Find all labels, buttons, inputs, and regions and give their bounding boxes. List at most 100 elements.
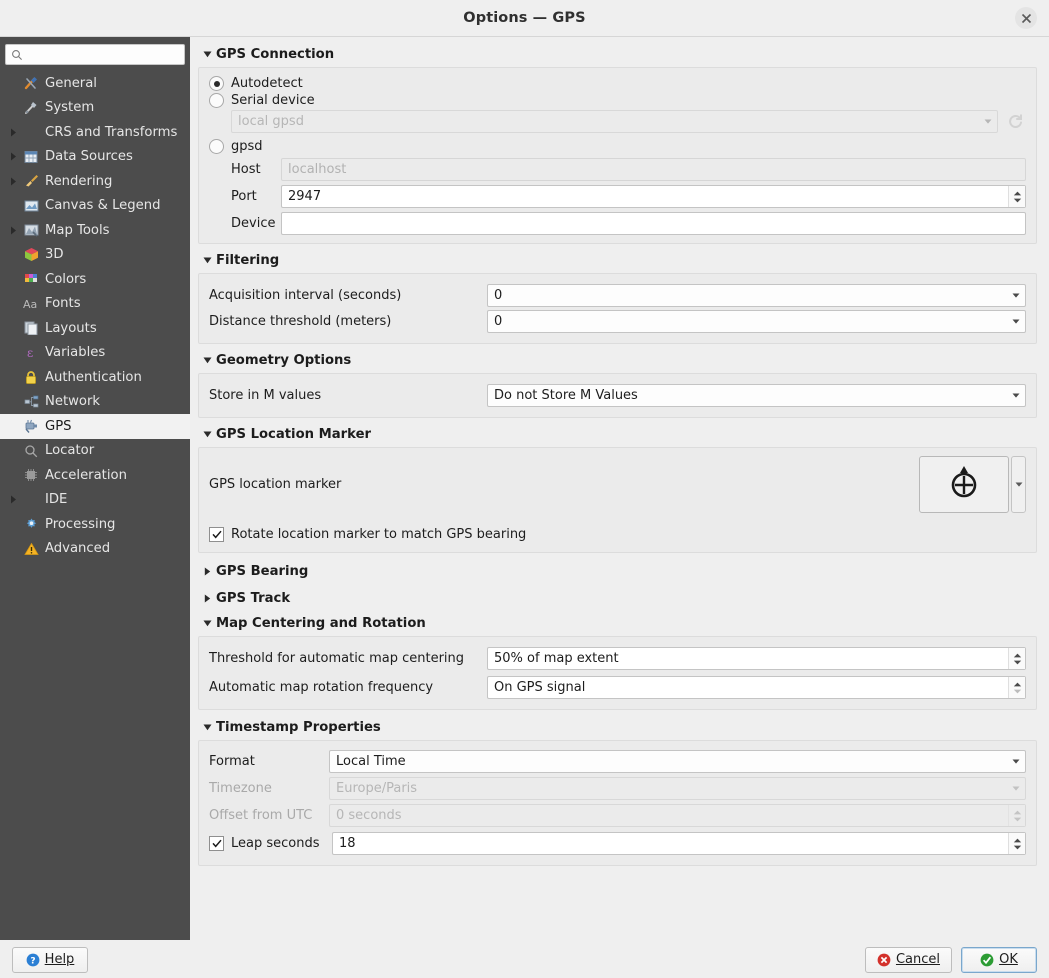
serial-device-radio[interactable] [209,93,224,108]
host-input[interactable]: localhost [281,158,1026,181]
sidebar-item-locator[interactable]: Locator [0,439,190,464]
help-button-label: Help [45,952,75,967]
section-header-gps-bearing[interactable]: GPS Bearing [198,561,1037,582]
refresh-icon[interactable] [1004,111,1026,133]
distance-threshold-label: Distance threshold (meters) [209,314,487,329]
svg-text:ε: ε [27,346,33,360]
chevron-down-icon [1007,293,1025,298]
leap-seconds-spinbox[interactable]: 18 [332,832,1026,855]
sidebar-item-label: Variables [45,345,105,360]
centering-threshold-combo[interactable]: 50% of map extent [487,647,1026,670]
section-header-gps-track[interactable]: GPS Track [198,588,1037,609]
sidebar-item-general[interactable]: General [0,71,190,96]
distance-threshold-combo[interactable]: 0 [487,310,1026,333]
section-header-geometry-options[interactable]: Geometry Options [198,350,1037,371]
device-input[interactable] [281,212,1026,235]
section-title: GPS Track [216,591,290,606]
stepper-icons[interactable] [1008,186,1025,207]
sidebar-item-fonts[interactable]: Aa Fonts [0,292,190,317]
options-dialog: Options — GPS [0,0,1049,978]
dialog-footer: ? Help Cancel OK [0,940,1049,978]
leap-seconds-row: Leap seconds 18 [209,832,1026,855]
section-title: GPS Connection [216,47,334,62]
timezone-combo[interactable]: Europe/Paris [329,777,1026,800]
format-combo[interactable]: Local Time [329,750,1026,773]
sidebar-item-variables[interactable]: ε Variables [0,341,190,366]
sidebar-item-map-tools[interactable]: Map Tools [0,218,190,243]
rotate-marker-row[interactable]: Rotate location marker to match GPS bear… [209,527,1026,542]
gps-device-icon [20,419,42,434]
acquisition-interval-label: Acquisition interval (seconds) [209,288,487,303]
sidebar-nav: General System [0,71,190,561]
gps-marker-dropdown-button[interactable] [1011,456,1026,513]
autodetect-label: Autodetect [231,76,303,91]
chevron-right-icon [198,594,216,603]
sidebar-item-label: General [45,76,97,91]
gps-marker-preview-button[interactable] [919,456,1009,513]
sidebar-item-system[interactable]: System [0,96,190,121]
close-icon[interactable] [1015,7,1037,29]
sidebar-item-label: GPS [45,419,72,434]
serial-device-row[interactable]: Serial device [209,93,1026,108]
chevron-right-icon[interactable] [6,226,20,235]
system-tools-icon [20,100,42,116]
stepper-icons[interactable] [1008,648,1025,669]
sidebar-item-acceleration[interactable]: Acceleration [0,463,190,488]
stepper-icons[interactable] [1008,805,1025,826]
format-value: Local Time [336,754,406,769]
chip-icon [20,468,42,482]
leap-seconds-checkbox[interactable] [209,836,224,851]
section-header-gps-location-marker[interactable]: GPS Location Marker [198,424,1037,445]
section-header-map-centering[interactable]: Map Centering and Rotation [198,613,1037,634]
sidebar-item-network[interactable]: Network [0,390,190,415]
sidebar-item-label: Rendering [45,174,112,189]
acquisition-interval-combo[interactable]: 0 [487,284,1026,307]
section-header-timestamp-properties[interactable]: Timestamp Properties [198,717,1037,738]
stepper-icons[interactable] [1008,677,1025,698]
chevron-right-icon[interactable] [6,177,20,186]
rotation-frequency-combo[interactable]: On GPS signal [487,676,1026,699]
font-icon: Aa [20,298,42,310]
serial-device-label: Serial device [231,93,315,108]
sidebar-item-crs-and-transforms[interactable]: CRS and Transforms [0,120,190,145]
ok-button[interactable]: OK [961,947,1037,973]
sidebar-item-colors[interactable]: Colors [0,267,190,292]
sidebar-item-layouts[interactable]: Layouts [0,316,190,341]
sidebar-item-data-sources[interactable]: Data Sources [0,145,190,170]
sidebar-item-processing[interactable]: Processing [0,512,190,537]
chevron-down-icon [979,119,997,124]
chevron-down-icon [198,357,216,364]
autodetect-radio[interactable] [209,76,224,91]
autodetect-row[interactable]: Autodetect [209,76,1026,91]
stepper-icons[interactable] [1008,833,1025,854]
rotate-marker-checkbox[interactable] [209,527,224,542]
chevron-right-icon[interactable] [6,128,20,137]
svg-text:Aa: Aa [23,298,37,310]
sidebar-item-label: Network [45,394,100,409]
sidebar-item-3d[interactable]: 3D [0,243,190,268]
section-header-filtering[interactable]: Filtering [198,250,1037,271]
search-input[interactable] [27,46,179,63]
sidebar-item-canvas-and-legend[interactable]: Canvas & Legend [0,194,190,219]
gpsd-row[interactable]: gpsd [209,139,1026,154]
sidebar-item-authentication[interactable]: Authentication [0,365,190,390]
sidebar-item-advanced[interactable]: Advanced [0,537,190,562]
centering-threshold-label: Threshold for automatic map centering [209,651,487,666]
sidebar-item-rendering[interactable]: Rendering [0,169,190,194]
sidebar-item-gps[interactable]: GPS [0,414,190,439]
port-spinbox[interactable]: 2947 [281,185,1026,208]
serial-device-combo-value: local gpsd [238,114,304,129]
gpsd-radio[interactable] [209,139,224,154]
rotate-marker-label: Rotate location marker to match GPS bear… [231,527,526,542]
chevron-right-icon[interactable] [6,152,20,161]
chevron-right-icon[interactable] [6,495,20,504]
section-header-gps-connection[interactable]: GPS Connection [198,44,1037,65]
offset-utc-spinbox[interactable]: 0 seconds [329,804,1026,827]
help-button[interactable]: ? Help [12,947,88,973]
search-box[interactable] [5,44,185,65]
cancel-button[interactable]: Cancel [865,947,952,973]
chevron-down-icon [198,724,216,731]
sidebar-item-ide[interactable]: IDE [0,488,190,513]
store-m-values-combo[interactable]: Do not Store M Values [487,384,1026,407]
serial-device-combo[interactable]: local gpsd [231,110,998,133]
